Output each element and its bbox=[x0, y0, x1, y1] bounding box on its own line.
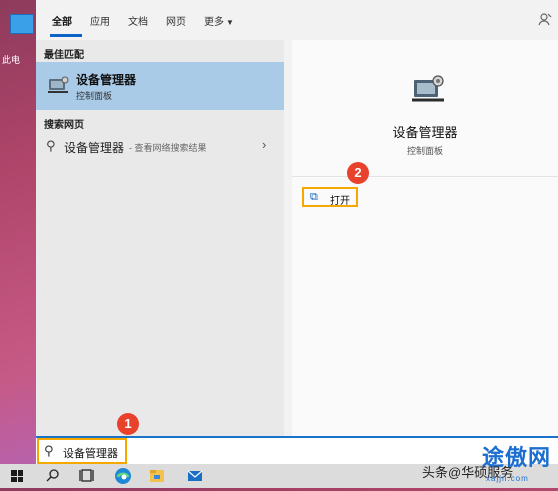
web-search-hint: - 查看网络搜索结果 bbox=[129, 143, 207, 153]
step-badge-1: 1 bbox=[117, 413, 139, 435]
mail-icon bbox=[187, 470, 203, 481]
desktop-this-pc-icon[interactable] bbox=[10, 14, 34, 38]
mail-button[interactable] bbox=[180, 464, 210, 488]
search-icon: ⚲ bbox=[44, 443, 54, 458]
search-icon: ⚲ bbox=[46, 138, 56, 153]
search-input[interactable]: ⚲ 设备管理器 bbox=[37, 438, 127, 464]
open-button-label: 打开 bbox=[330, 196, 350, 207]
search-tabs: 全部 应用 文档 网页 更多 ▼ bbox=[36, 0, 558, 40]
search-input-value: 设备管理器 bbox=[63, 448, 118, 460]
best-match-header: 最佳匹配 bbox=[44, 50, 84, 61]
tab-all[interactable]: 全部 bbox=[52, 13, 72, 28]
detail-subtitle: 控制面板 bbox=[406, 146, 443, 156]
detail-pane: 设备管理器 控制面板 ⧉ 打开 bbox=[292, 40, 558, 436]
task-view-button[interactable] bbox=[72, 464, 102, 488]
chevron-right-icon[interactable]: › bbox=[262, 137, 266, 152]
start-button[interactable] bbox=[0, 464, 30, 488]
file-explorer-button[interactable] bbox=[142, 464, 172, 488]
best-match-title: 设备管理器 bbox=[76, 73, 137, 87]
tab-web[interactable]: 网页 bbox=[166, 13, 186, 28]
taskbar-search-button[interactable] bbox=[38, 464, 68, 488]
results-list: 最佳匹配 设备管理器 控制面板 搜索网页 ⚲ 设备管理器 - 查看网络搜索结果 … bbox=[36, 40, 284, 436]
best-match-item[interactable]: 设备管理器 控制面板 bbox=[36, 62, 284, 110]
search-panel: 全部 应用 文档 网页 更多 ▼ 最佳匹配 设备管理器 控制面板 搜索网页 ⚲ 设… bbox=[36, 0, 558, 436]
best-match-subtitle: 控制面板 bbox=[76, 91, 113, 101]
feedback-icon[interactable] bbox=[538, 12, 552, 26]
detail-title: 设备管理器 bbox=[392, 125, 458, 140]
web-search-query: 设备管理器 bbox=[64, 141, 125, 155]
web-search-item[interactable]: ⚲ 设备管理器 - 查看网络搜索结果 › bbox=[36, 134, 284, 158]
tab-more-label: 更多 bbox=[204, 17, 224, 28]
edge-button[interactable] bbox=[108, 464, 138, 488]
tab-more[interactable]: 更多 ▼ bbox=[204, 13, 234, 28]
watermark-url: xajjn.com bbox=[486, 474, 529, 483]
search-icon bbox=[46, 469, 59, 482]
active-tab-indicator bbox=[50, 34, 82, 37]
tab-apps[interactable]: 应用 bbox=[90, 13, 110, 28]
windows-logo-icon bbox=[11, 470, 23, 482]
step-badge-2: 2 bbox=[347, 162, 369, 184]
tab-documents[interactable]: 文档 bbox=[128, 13, 148, 28]
open-icon: ⧉ bbox=[310, 191, 318, 203]
device-manager-large-icon bbox=[410, 72, 446, 106]
watermark: 途傲网 头条@华硕服务 xajjn.com bbox=[420, 440, 558, 488]
folder-icon bbox=[150, 470, 164, 482]
chevron-down-icon: ▼ bbox=[226, 18, 234, 27]
divider bbox=[292, 176, 558, 177]
desktop-icon-label: 此电 bbox=[2, 55, 21, 65]
task-view-icon bbox=[79, 469, 94, 482]
open-button[interactable]: ⧉ 打开 bbox=[302, 187, 358, 207]
device-manager-icon bbox=[46, 75, 70, 95]
edge-icon bbox=[115, 468, 131, 484]
web-search-header: 搜索网页 bbox=[44, 120, 84, 131]
